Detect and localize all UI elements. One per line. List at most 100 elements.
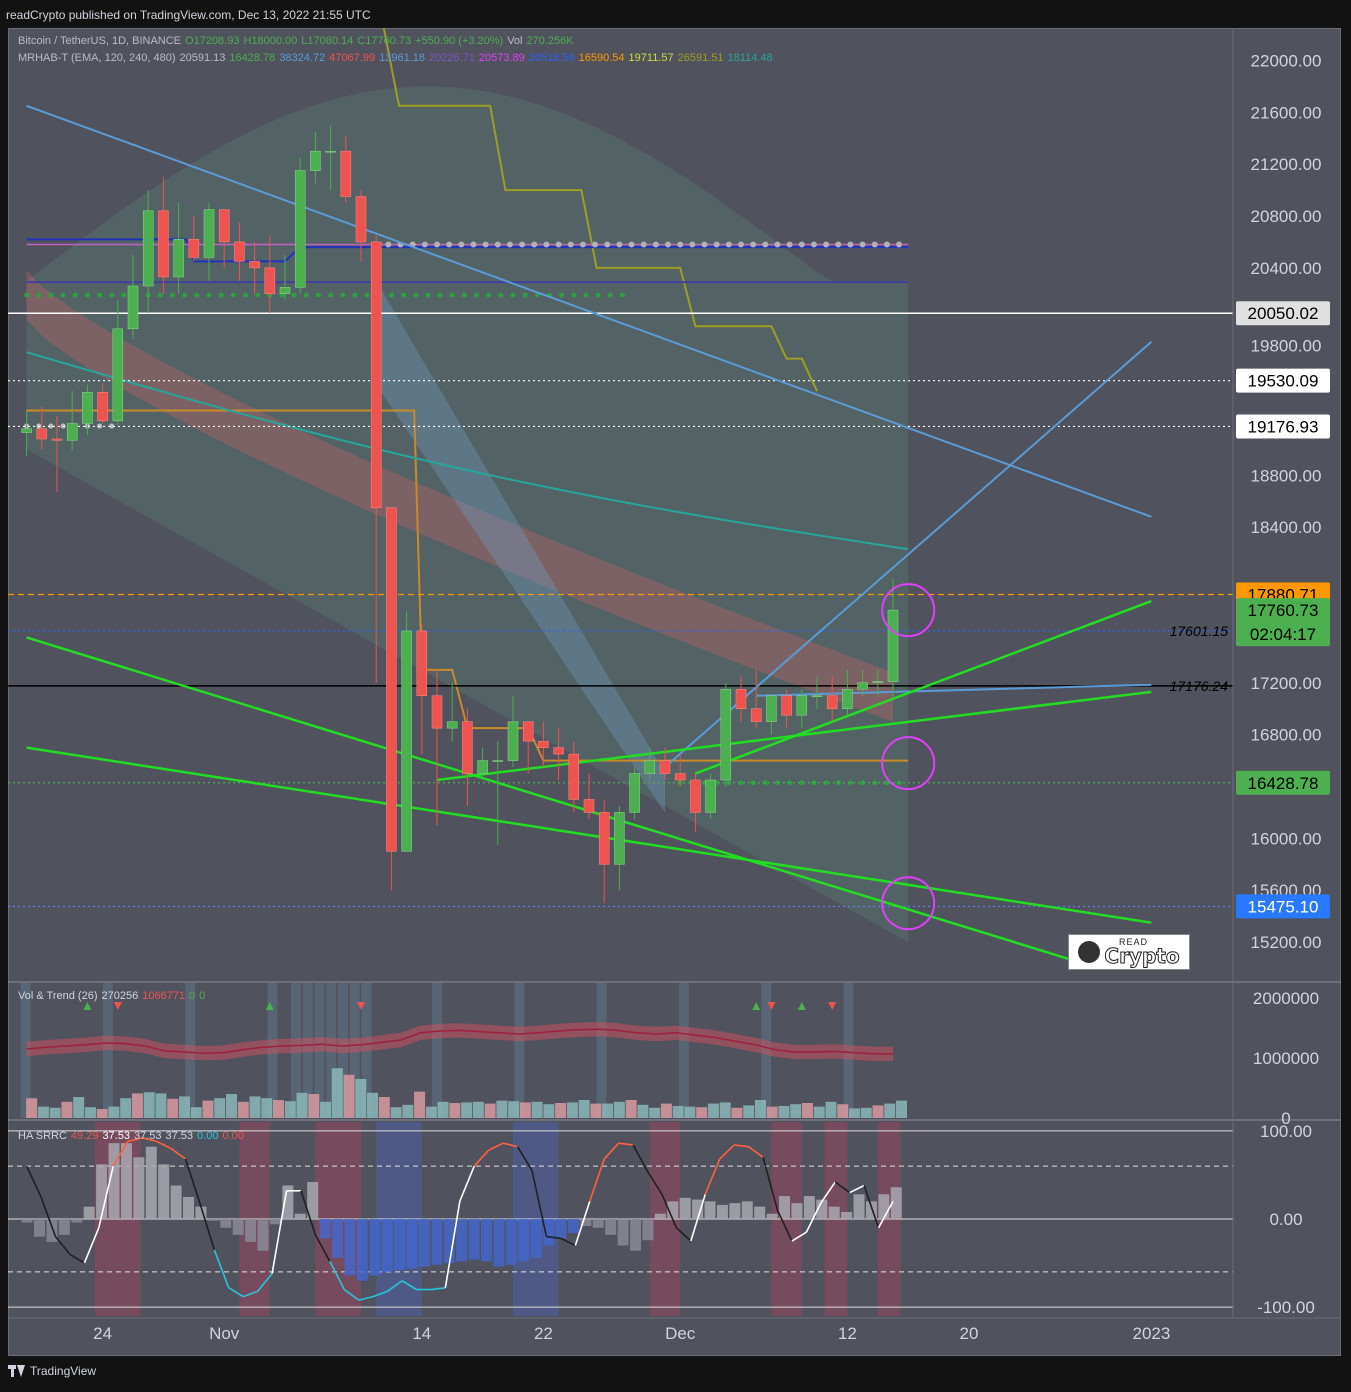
time-tick-label: Dec	[665, 1324, 696, 1343]
price-tick-label: 16800.00	[1251, 726, 1322, 745]
osc-histogram-bar	[766, 1213, 778, 1219]
legend-ema-line[interactable]: MRHAB-T (EMA, 120, 240, 480) 20591.13 1642…	[18, 52, 777, 64]
price-tick-label: 18800.00	[1251, 466, 1322, 485]
price-tick-label: 20400.00	[1251, 259, 1322, 278]
candle-body	[370, 241, 382, 508]
support-dot	[255, 292, 261, 298]
candle-body	[188, 239, 200, 258]
osc-line-segment	[69, 1253, 85, 1264]
osc-histogram-bar	[841, 1211, 853, 1219]
candle-body	[294, 170, 306, 288]
support-dot	[97, 292, 103, 298]
volume-bar	[566, 1102, 578, 1118]
legend-ema-item-10: 19711.57	[628, 52, 674, 64]
osc-histogram-bar	[332, 1219, 344, 1258]
candle-body	[36, 428, 48, 440]
volume-bar	[625, 1100, 637, 1118]
osc-histogram-bar	[145, 1146, 157, 1219]
candle-body	[416, 630, 428, 696]
trend-marker-down	[113, 1002, 122, 1010]
support-dot	[291, 292, 297, 298]
volume-bar	[872, 1105, 884, 1118]
candle-body	[112, 328, 124, 422]
candle-body	[66, 423, 78, 441]
candle-body	[857, 682, 868, 690]
candle-body	[218, 209, 230, 243]
legend-vol-trend[interactable]: Vol & Trend (26) 270256 1066771 0 0	[18, 990, 209, 1002]
support-dot	[315, 292, 321, 298]
volume-bar	[414, 1091, 426, 1118]
osc-histogram-bar	[34, 1219, 46, 1237]
candle-body	[522, 721, 534, 742]
trend-marker-up	[83, 1002, 92, 1010]
trend-marker-up	[752, 1002, 761, 1010]
candle-body	[796, 695, 808, 716]
candle-body	[629, 773, 640, 813]
tradingview-chart[interactable]: 22000.0021600.0021200.0020800.0020400.00…	[8, 28, 1341, 1356]
osc-histogram-bar	[828, 1206, 840, 1219]
legend-symbol-line[interactable]: Bitcoin / TetherUS, 1D, BINANCE O17208.93…	[18, 35, 578, 47]
publish-header: readCrypto published on TradingView.com,…	[6, 8, 371, 22]
legend-srrc-item-3: 37.53	[133, 1130, 162, 1142]
level-badge-text: 16428.78	[1248, 774, 1319, 793]
volume-bar	[437, 1101, 449, 1118]
osc-histogram-bar	[257, 1219, 269, 1251]
osc-histogram-bar	[431, 1219, 443, 1265]
tradingview-brand: TradingView	[30, 1364, 97, 1378]
legend-vol-item-4: 0	[199, 990, 206, 1002]
resistance-dot	[421, 241, 428, 248]
volume-bar	[766, 1106, 778, 1118]
volume-bar	[731, 1107, 743, 1118]
candle-body	[158, 210, 169, 278]
legend-ema-item-12: 18114.48	[727, 52, 773, 64]
resistance-dot	[640, 241, 647, 248]
osc-line-segment	[459, 1165, 475, 1202]
osc-histogram-bar	[878, 1194, 890, 1219]
resistance-dot	[835, 241, 842, 248]
resistance-dot	[677, 241, 684, 248]
volume-bar	[367, 1092, 379, 1118]
volume-bar	[825, 1101, 837, 1118]
support-dot	[595, 292, 601, 298]
support-dot	[60, 292, 66, 298]
support-dot	[24, 292, 30, 298]
price-tick-label: 20800.00	[1251, 207, 1322, 226]
resistance-dot	[750, 241, 757, 248]
tradingview-footer[interactable]: TradingView	[8, 1364, 96, 1378]
osc-histogram-bar	[791, 1203, 803, 1219]
resistance-dot	[847, 241, 854, 248]
volume-bar	[214, 1098, 226, 1118]
osc-line-segment	[849, 1184, 865, 1194]
volume-bar	[790, 1104, 802, 1118]
legend-symbol-item-7: 270.256K	[526, 35, 574, 47]
logo-icon	[1078, 941, 1101, 963]
candle-body	[887, 609, 899, 682]
volume-bar	[649, 1107, 661, 1118]
time-tick-label: 24	[93, 1324, 112, 1343]
candle-body	[355, 196, 367, 243]
osc-line-segment	[170, 1147, 186, 1160]
support-dot	[218, 292, 224, 298]
volume-bar	[613, 1101, 625, 1118]
resistance-dot	[823, 241, 830, 248]
candle-body	[203, 209, 215, 258]
candle-body	[492, 760, 504, 762]
support-dot	[522, 292, 528, 298]
volume-bar	[496, 1100, 508, 1118]
legend-ha-srrc[interactable]: HA SRRC 49.29 37.53 37.53 37.53 0.00 0.00	[18, 1130, 248, 1142]
volume-bar	[73, 1097, 85, 1118]
time-tick-label: 2023	[1132, 1324, 1170, 1343]
volume-bar	[425, 1106, 437, 1118]
volume-bar	[660, 1103, 672, 1118]
legend-ema-item-1: 20591.13	[179, 52, 226, 64]
support-dot	[109, 292, 115, 298]
volume-bar	[555, 1103, 567, 1118]
legend-ema-item-7: 20573.89	[478, 52, 525, 64]
osc-histogram-bar	[356, 1219, 368, 1281]
volume-bar	[249, 1096, 261, 1118]
candle-body	[127, 285, 139, 330]
legend-symbol-item-6: Vol	[507, 35, 523, 47]
osc-histogram-bar	[58, 1219, 70, 1235]
volume-bar	[672, 1106, 684, 1118]
candle-body	[97, 392, 108, 422]
